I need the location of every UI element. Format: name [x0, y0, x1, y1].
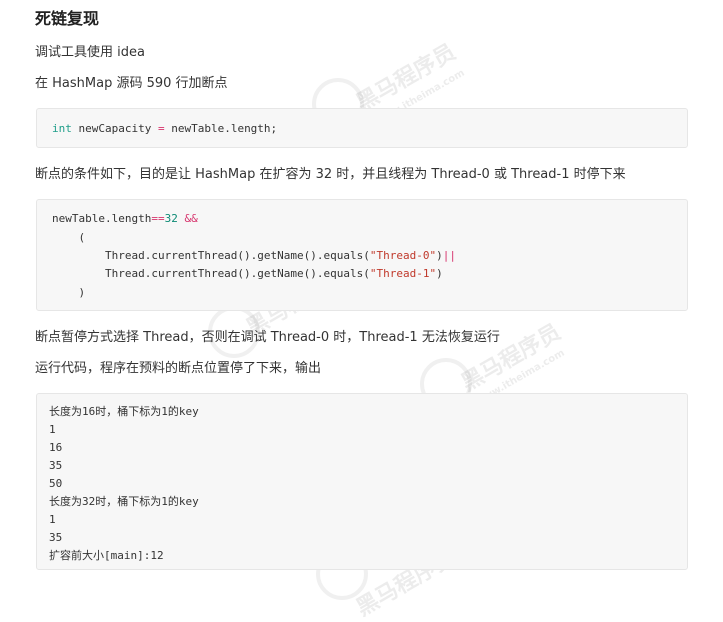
output-line: 35: [49, 531, 63, 544]
paragraph-run-output: 运行代码，程序在预料的断点位置停了下来，输出: [35, 361, 322, 376]
code-string: "Thread-0": [369, 249, 437, 262]
output-line: 50: [49, 477, 63, 490]
code-block-condition: newTable.length==32 && ( Thread.currentT…: [36, 199, 688, 311]
code-operator: ||: [442, 249, 456, 262]
paragraph-breakpoint-location: 在 HashMap 源码 590 行加断点: [35, 76, 228, 91]
output-block: 长度为16时，桶下标为1的key 1 16 35 50 长度为32时，桶下标为1…: [36, 393, 688, 570]
output-line: 16: [49, 441, 63, 454]
code-operator: =: [157, 122, 165, 135]
output-line: 1: [49, 423, 56, 436]
code-text: newTable.length: [52, 212, 152, 225]
code-string: "Thread-1": [369, 267, 437, 280]
code-line: newTable.length==32 &&: [52, 211, 198, 227]
output-line: 35: [49, 459, 63, 472]
output-line: 长度为16时，桶下标为1的key: [49, 405, 199, 418]
watermark-text: 黑马程序员: [352, 39, 461, 117]
document-page: 黑马程序员 www.itheima.com 黑马程序员 黑马程序员 www.it…: [0, 0, 723, 621]
paragraph-breakpoint-condition: 断点的条件如下，目的是让 HashMap 在扩容为 32 时，并且线程为 Thr…: [35, 167, 626, 182]
code-number: 32: [164, 212, 178, 225]
code-text: ): [436, 249, 443, 262]
code-operator: &&: [184, 212, 198, 225]
code-line: Thread.currentThread().getName().equals(…: [52, 266, 443, 282]
code-operator: ==: [151, 212, 165, 225]
code-block-new-capacity: int newCapacity = newTable.length;: [36, 108, 688, 148]
code-line: int newCapacity = newTable.length;: [52, 121, 277, 137]
paragraph-debug-tool: 调试工具使用 idea: [35, 45, 145, 60]
code-text: ): [436, 267, 443, 280]
output-line: 长度为32时，桶下标为1的key: [49, 495, 199, 508]
code-text: newTable.length;: [164, 122, 278, 135]
code-text: Thread.currentThread().getName().equals(: [52, 267, 370, 280]
code-keyword: int: [52, 122, 72, 135]
code-text: newCapacity: [71, 122, 158, 135]
code-line: Thread.currentThread().getName().equals(…: [52, 248, 456, 264]
paragraph-suspend-mode: 断点暂停方式选择 Thread，否则在调试 Thread-0 时，Thread-…: [35, 330, 500, 345]
output-line: 1: [49, 513, 56, 526]
section-heading: 死链复现: [35, 9, 100, 28]
output-line: 扩容前大小[main]:12: [49, 549, 164, 562]
code-line: ): [52, 286, 86, 299]
code-line: (: [52, 231, 86, 244]
code-text: Thread.currentThread().getName().equals(: [52, 249, 370, 262]
